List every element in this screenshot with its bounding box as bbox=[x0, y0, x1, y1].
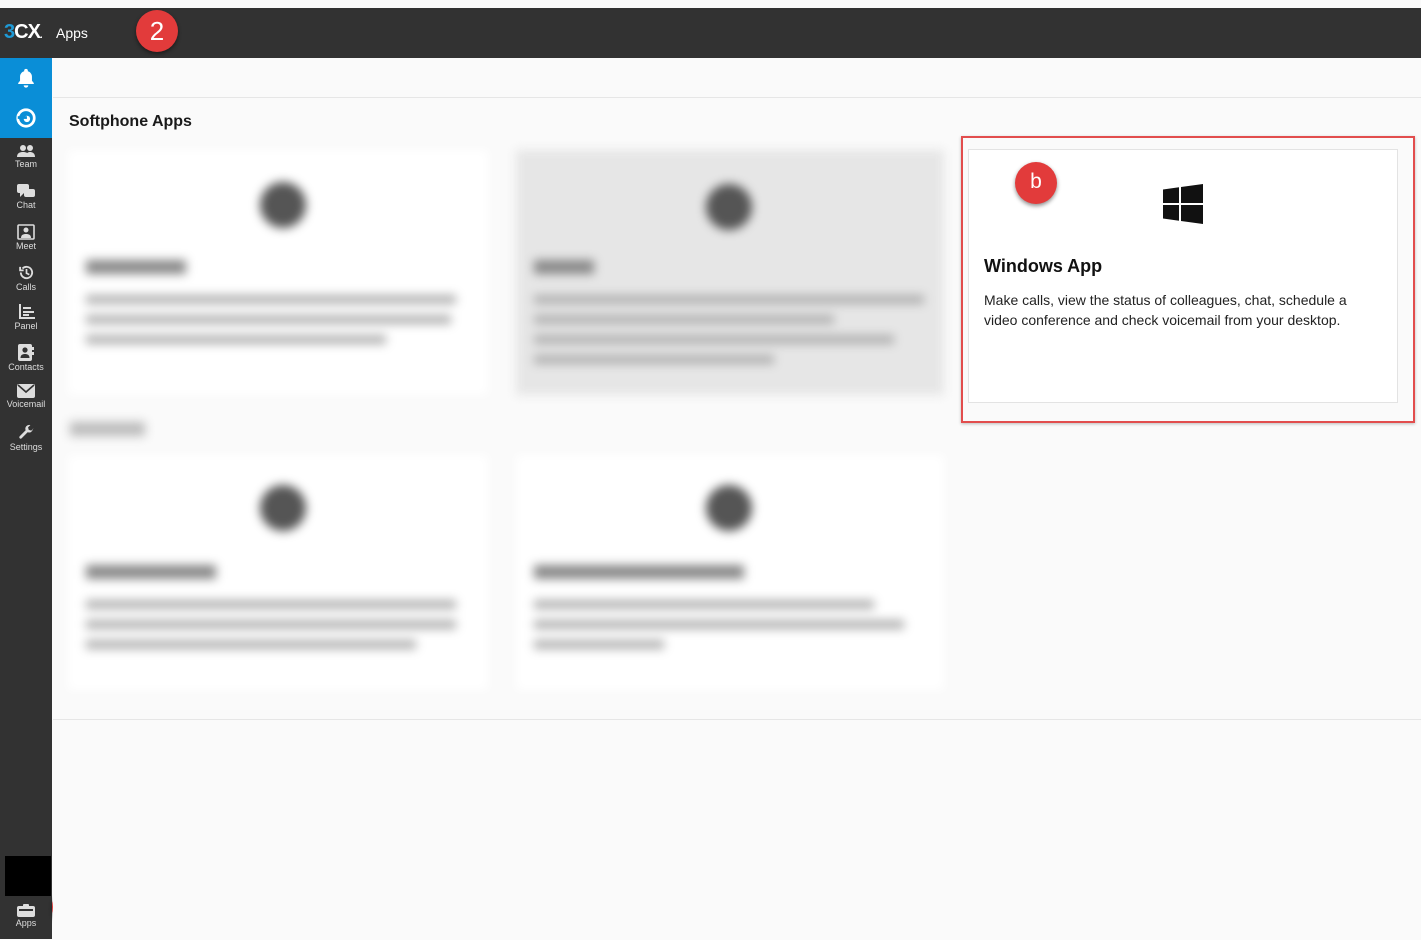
sidebar-item-label: Team bbox=[14, 159, 37, 169]
meet-icon bbox=[17, 224, 35, 240]
divider bbox=[53, 719, 1421, 720]
history-icon bbox=[18, 265, 33, 280]
top-bar: 3CX. Apps bbox=[0, 8, 1421, 58]
apps-icon bbox=[17, 904, 35, 917]
blurred-app-card[interactable] bbox=[68, 150, 488, 395]
sidebar-item-settings[interactable]: Settings bbox=[0, 420, 52, 460]
blurred-section-title bbox=[70, 422, 145, 436]
sidebar-item-panel[interactable]: Panel bbox=[0, 300, 52, 340]
chat-icon bbox=[17, 184, 35, 197]
sidebar-item-contacts[interactable]: Contacts bbox=[0, 340, 52, 380]
sidebar-item-meet[interactable]: Meet bbox=[0, 220, 52, 260]
annotation-badge-2: 2 bbox=[136, 10, 178, 52]
notifications-button[interactable] bbox=[0, 58, 52, 98]
blurred-app-card[interactable] bbox=[68, 455, 488, 690]
edge-icon bbox=[16, 108, 36, 128]
sidebar-item-voicemail[interactable]: Voicemail bbox=[0, 380, 52, 420]
team-icon bbox=[17, 145, 35, 157]
wrench-icon bbox=[18, 424, 34, 439]
sidebar-item-label: Calls bbox=[15, 282, 36, 292]
annotation-badge-b: b bbox=[1015, 162, 1057, 204]
envelope-icon bbox=[17, 384, 35, 398]
contacts-icon bbox=[18, 344, 34, 361]
sidebar-item-label: Chat bbox=[16, 200, 36, 210]
edge-browser-button[interactable] bbox=[0, 98, 52, 138]
sidebar-item-label: Panel bbox=[14, 321, 38, 331]
sidebar-item-label: Contacts bbox=[8, 362, 44, 372]
divider bbox=[53, 97, 1421, 98]
sidebar-item-label: Meet bbox=[15, 241, 36, 251]
sidebar-item-label: Settings bbox=[9, 442, 43, 452]
section-title: Softphone Apps bbox=[69, 113, 192, 130]
page-title: Apps bbox=[56, 25, 88, 41]
sidebar-item-apps[interactable]: Apps bbox=[0, 900, 52, 940]
bell-icon bbox=[18, 68, 34, 88]
sidebar-item-team[interactable]: Team bbox=[0, 140, 52, 180]
sidebar-item-label: Apps bbox=[15, 918, 37, 928]
sidebar-item-chat[interactable]: Chat bbox=[0, 180, 52, 220]
sidebar: Team Chat Meet Calls Panel Contacts Voic… bbox=[0, 58, 52, 939]
sidebar-item-calls[interactable]: Calls bbox=[0, 260, 52, 300]
brand-logo: 3CX. bbox=[4, 21, 43, 43]
blurred-app-card[interactable] bbox=[516, 150, 944, 395]
panel-icon bbox=[18, 304, 35, 319]
user-avatar[interactable] bbox=[5, 856, 51, 896]
sidebar-item-label: Voicemail bbox=[6, 399, 46, 409]
blurred-app-card[interactable] bbox=[516, 455, 944, 690]
